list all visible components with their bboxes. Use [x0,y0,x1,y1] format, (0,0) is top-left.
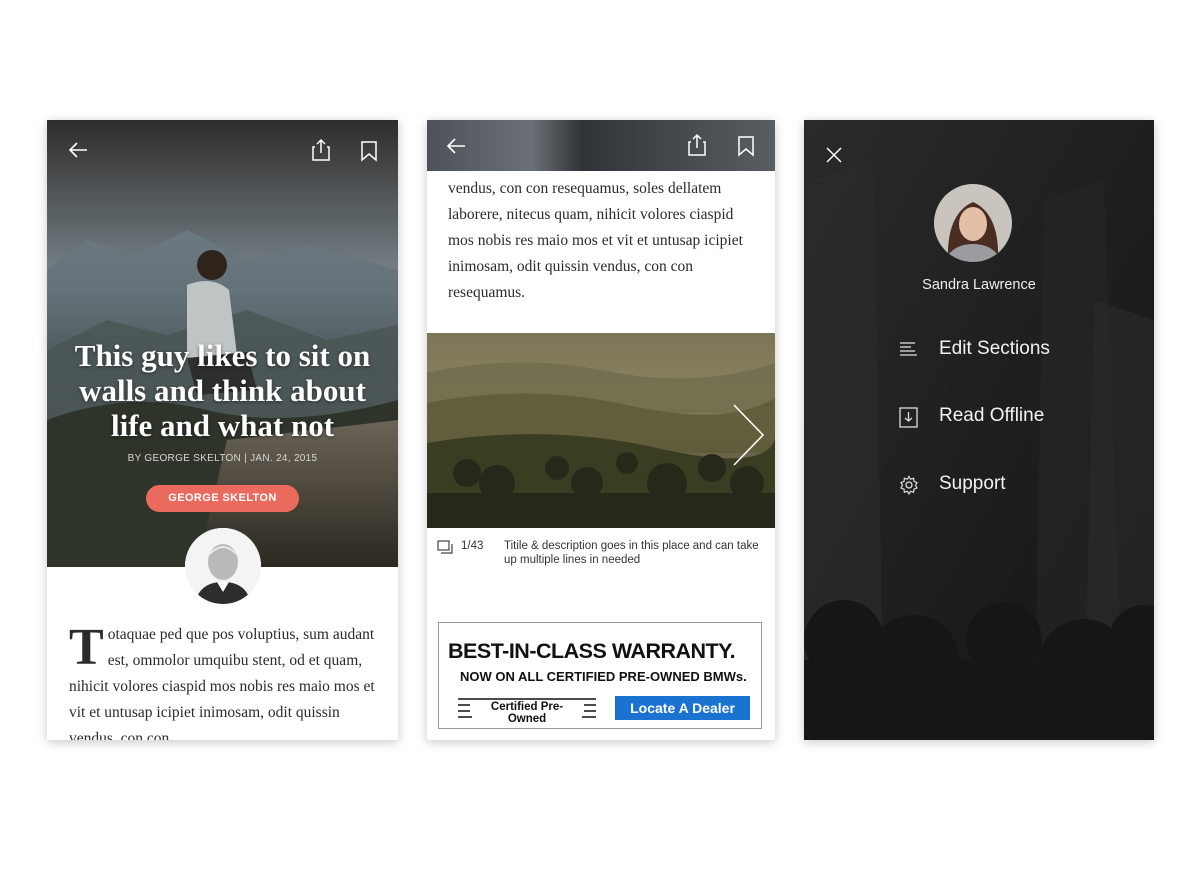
lines-icon [900,342,917,356]
share-icon[interactable] [311,138,331,162]
article-body-text: otaquae ped que pos voluptius, sum audan… [69,626,375,740]
author-avatar[interactable] [185,528,261,604]
user-avatar[interactable] [934,184,1012,262]
gear-icon [900,475,918,495]
download-icon [899,407,918,428]
bookmark-icon[interactable] [360,140,378,162]
gallery-icon [437,540,453,554]
locate-dealer-button[interactable]: Locate A Dealer [615,696,750,720]
article-title: This guy likes to sit on walls and think… [74,338,371,443]
advertisement[interactable]: BEST-IN-CLASS WARRANTY. NOW ON ALL CERTI… [438,622,762,729]
gallery-screen: vendus, con con resequamus, soles dellat… [427,120,775,740]
menu-item-label: Edit Sections [939,338,1050,359]
user-portrait [934,184,1012,262]
back-arrow-icon[interactable] [445,136,467,156]
menu-item-support[interactable]: Support [899,470,1119,500]
article-byline: BY GEORGE SKELTON | JAN. 24, 2015 [127,453,318,464]
top-bar [427,120,775,171]
hero-image: This guy likes to sit on walls and think… [47,120,398,567]
menu-item-read-offline[interactable]: Read Offline [899,402,1119,432]
ad-subhead: NOW ON ALL CERTIFIED PRE-OWNED BMWs. [460,669,747,684]
article-screen: This guy likes to sit on walls and think… [47,120,398,740]
user-name: Sandra Lawrence [922,277,1036,293]
cpo-badge-text: Certified Pre-Owned [472,701,582,725]
menu-item-label: Support [939,473,1006,494]
author-portrait [185,528,261,604]
menu-screen: Sandra Lawrence Edit Sections Read Offli… [804,120,1154,740]
landscape-photo [427,333,775,528]
back-arrow-icon[interactable] [67,140,89,160]
ad-headline: BEST-IN-CLASS WARRANTY. [448,639,736,663]
menu-item-label: Read Offline [939,405,1045,426]
share-icon[interactable] [687,133,707,157]
menu-item-edit-sections[interactable]: Edit Sections [899,335,1119,365]
cpo-badge: Certified Pre-Owned [458,696,596,725]
image-counter: 1/43 [461,540,484,552]
article-body: Totaquae ped que pos voluptius, sum auda… [69,619,379,741]
next-chevron-icon[interactable] [731,403,765,467]
caption-text: Titile & description goes in this place … [504,540,759,566]
author-button[interactable]: GEORGE SKELTON [146,485,299,512]
gallery-image[interactable] [427,333,775,528]
gallery-body: vendus, con con resequamus, soles dellat… [448,180,743,301]
drop-cap: T [69,619,104,676]
bookmark-icon[interactable] [737,135,755,157]
close-icon[interactable] [825,146,843,164]
